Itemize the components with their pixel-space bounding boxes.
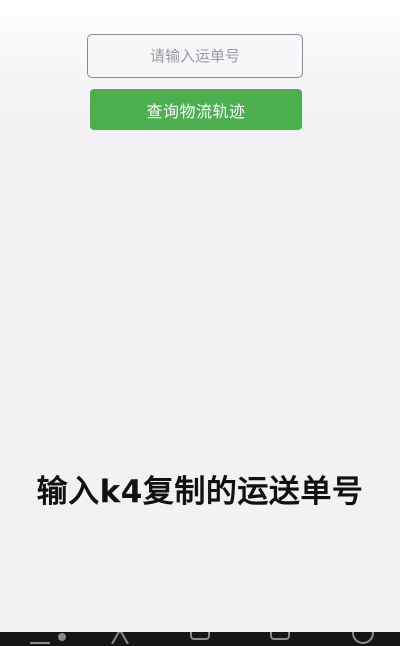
video-caption: 输入k4复制的运送单号 <box>36 474 364 510</box>
system-navigation-bar <box>0 632 400 646</box>
home-icon[interactable] <box>110 632 130 644</box>
assistant-circle-icon[interactable] <box>352 632 374 644</box>
dot-icon <box>58 633 66 641</box>
back-icon[interactable] <box>190 632 210 640</box>
menu-icon[interactable] <box>30 632 50 644</box>
query-logistics-button[interactable]: 查询物流轨迹 <box>90 89 302 130</box>
tracking-number-input[interactable] <box>87 34 303 78</box>
screen: 查询物流轨迹 输入k4复制的运送单号 <box>0 0 400 646</box>
recent-apps-icon[interactable] <box>270 632 290 640</box>
